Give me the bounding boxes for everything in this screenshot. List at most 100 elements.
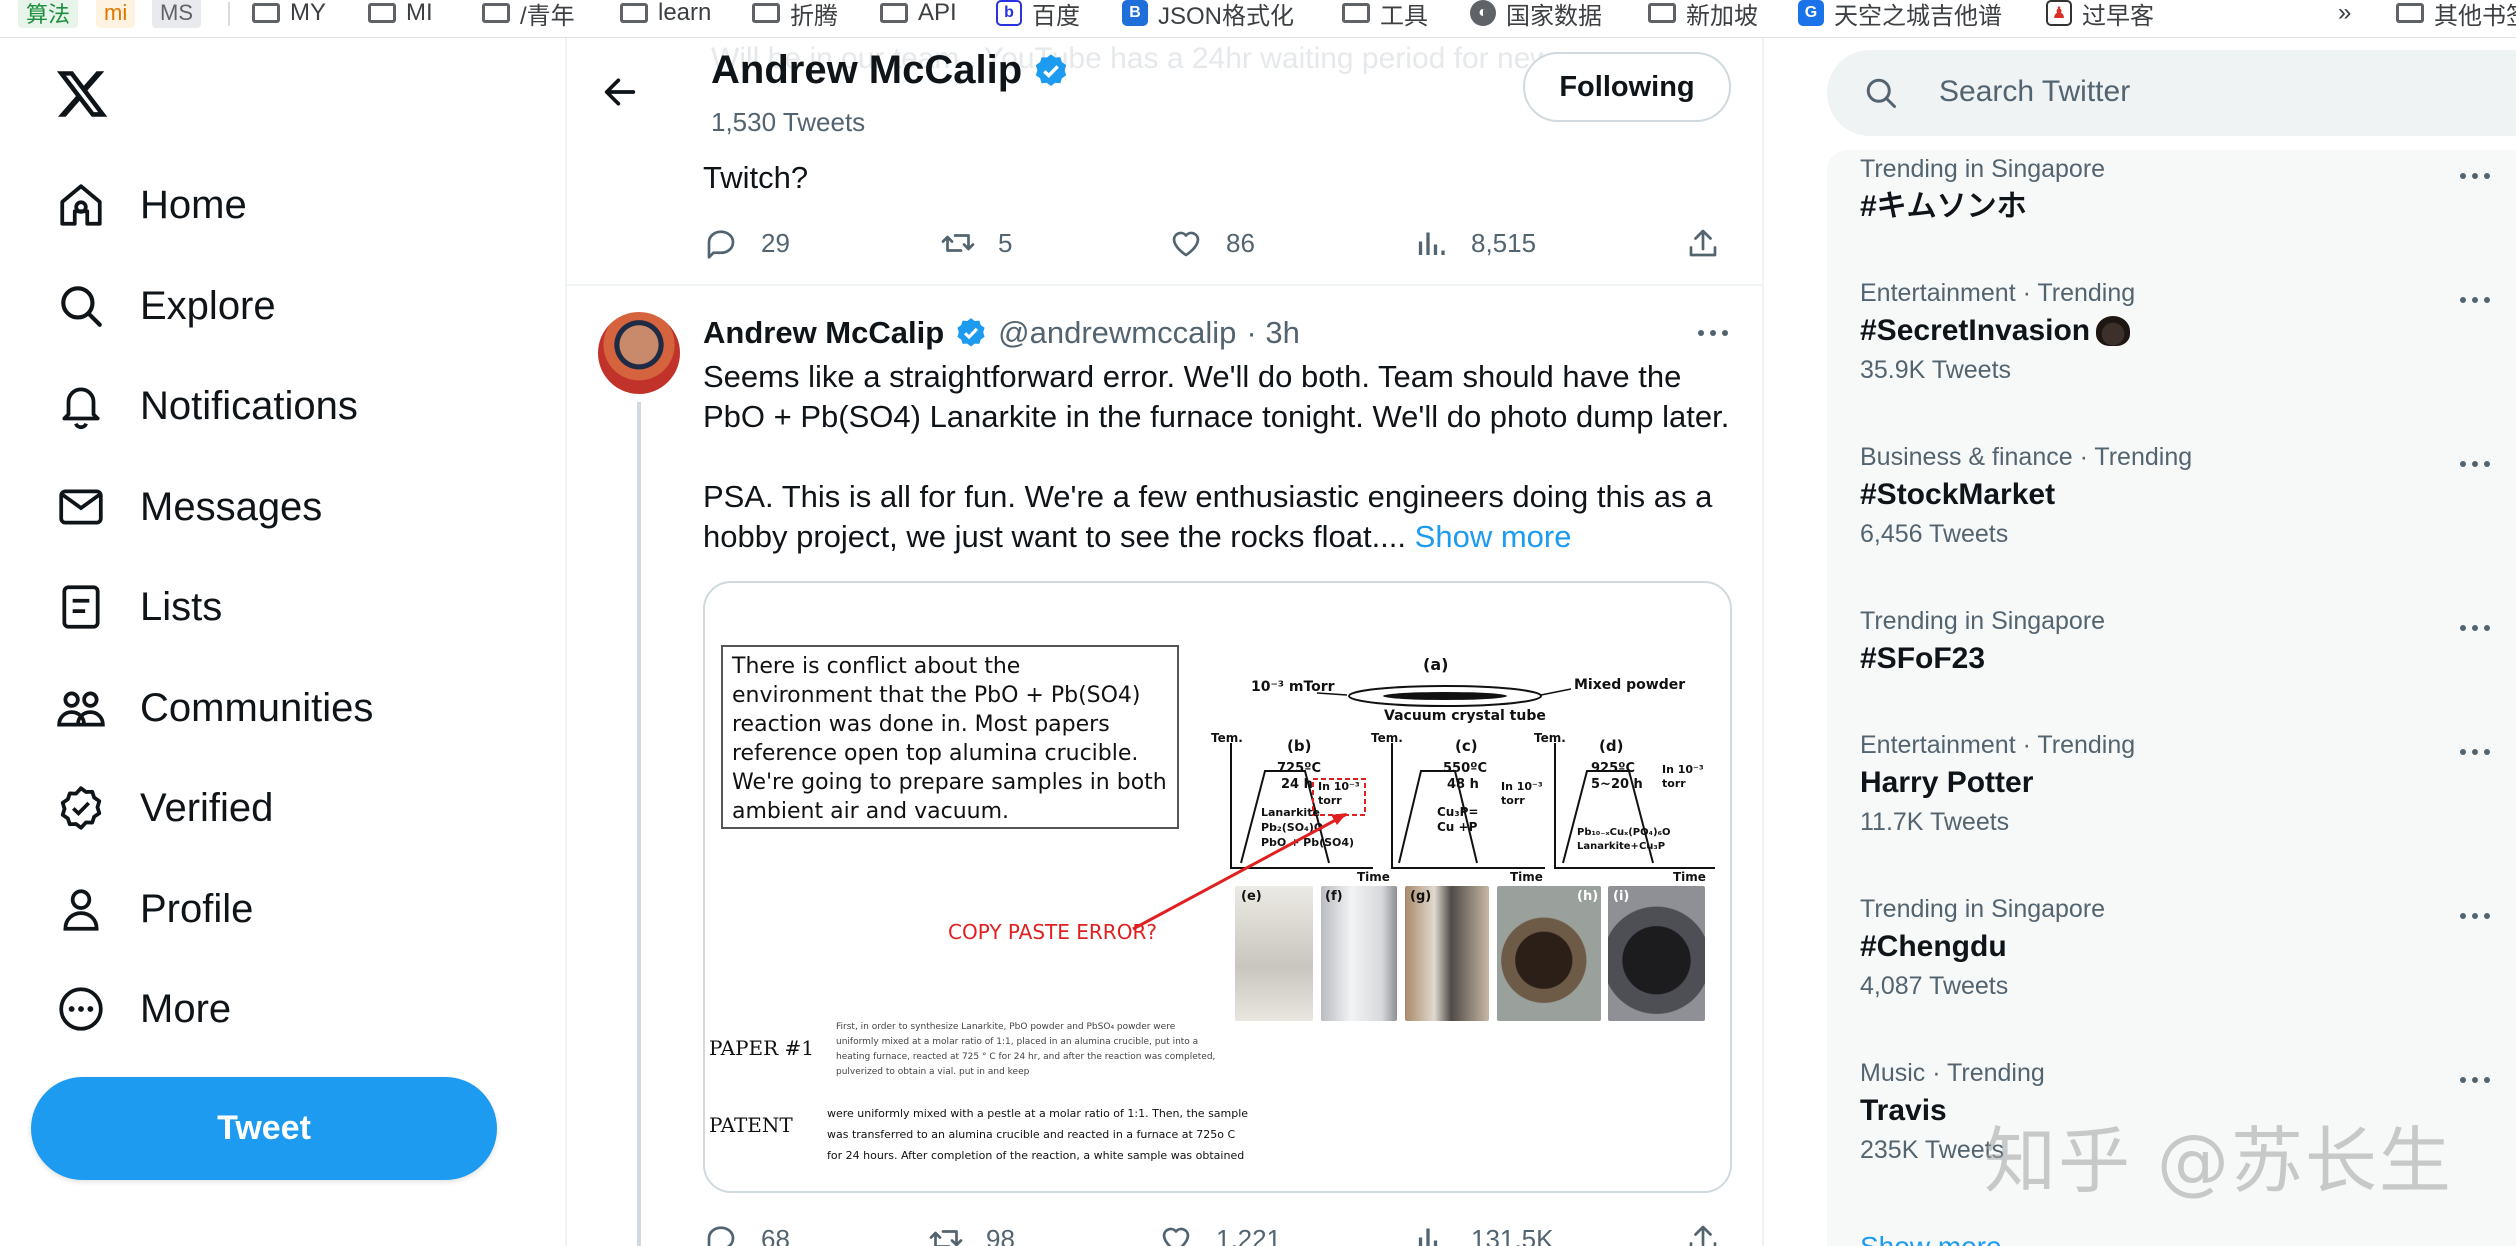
folder-icon: [620, 3, 648, 23]
axis-tem-c: Tem.: [1371, 731, 1403, 745]
author-name[interactable]: Andrew McCalip: [703, 315, 944, 351]
avatar[interactable]: [598, 312, 680, 394]
reply-button[interactable]: 68: [703, 1219, 790, 1246]
show-more-link[interactable]: Show more: [1415, 519, 1572, 554]
author-handle[interactable]: @andrewmccalip: [998, 315, 1236, 351]
trend-count: 4,087 Tweets: [1860, 972, 2009, 1000]
views-button[interactable]: 8,515: [1413, 223, 1536, 263]
trend-more-icon[interactable]: [2460, 625, 2490, 631]
trend-context: Music · Trending: [1860, 1059, 2045, 1087]
trend-more-icon[interactable]: [2460, 297, 2490, 303]
retweet-icon: [941, 234, 975, 252]
column-divider: [565, 38, 567, 1246]
verified-badge-icon: [957, 318, 985, 347]
copy-paste-error-label: COPY PASTE ERROR?: [948, 920, 1157, 944]
nav-more[interactable]: More: [56, 979, 231, 1039]
guitar-icon: G: [1798, 0, 1824, 26]
trend-more-icon[interactable]: [2460, 1077, 2490, 1083]
trend-item[interactable]: Entertainment · Trending #SecretInvasion…: [1860, 277, 2490, 387]
trend-context: Entertainment · Trending: [1860, 731, 2136, 759]
sample-photo-i: [1608, 886, 1705, 1021]
fig-c-product: Cu₃P= Cu +P: [1437, 805, 1479, 834]
bookmark-mi-small[interactable]: mi: [96, 0, 136, 28]
views-button[interactable]: 131.5K: [1413, 1219, 1553, 1246]
trend-more-icon[interactable]: [2460, 461, 2490, 467]
bookmark-folder-singapore[interactable]: 新加坡: [1648, 0, 1758, 30]
trend-title: #Chengdu: [1860, 930, 2007, 963]
share-button[interactable]: [1685, 223, 1721, 263]
bookmark-guitar[interactable]: G 天空之城吉他谱: [1798, 0, 2002, 30]
folder-icon: [482, 3, 510, 23]
nav-profile[interactable]: Profile: [56, 879, 253, 939]
nav-lists[interactable]: Lists: [56, 577, 222, 637]
bookmark-folder-other[interactable]: 其他书签: [2396, 0, 2516, 30]
trend-item[interactable]: Trending in Singapore #SFoF23: [1860, 605, 2490, 681]
tweet-more-icon[interactable]: [1698, 330, 1728, 336]
nav-verified[interactable]: Verified: [56, 778, 273, 838]
trend-title: #SecretInvasion: [1860, 309, 2480, 353]
bookmark-guozao[interactable]: ♟ 过早客: [2046, 0, 2154, 30]
retweet-button[interactable]: 5: [940, 223, 1012, 263]
like-button[interactable]: 86: [1168, 223, 1255, 263]
bookmark-folder-tools[interactable]: 工具: [1342, 0, 1428, 30]
trend-item[interactable]: Trending in Singapore #Chengdu 4,087 Twe…: [1860, 893, 2490, 1003]
bookmark-suanfa[interactable]: 算法: [18, 0, 79, 28]
bell-icon: [62, 387, 100, 430]
fig-b-temp: 725ºC: [1277, 761, 1322, 776]
heart-icon: [1162, 1227, 1190, 1246]
fig-d-pressure: In 10⁻³ torr: [1662, 763, 1704, 790]
bookmark-national-data[interactable]: ◐ 国家数据: [1470, 0, 1602, 30]
patent-label: PATENT: [709, 1113, 793, 1137]
crystal-tube-diagram: [1316, 685, 1572, 707]
nav-label: Verified: [140, 785, 274, 830]
trend-title: Harry Potter: [1860, 766, 2034, 799]
header-tweet-count: 1,530 Tweets: [711, 107, 866, 137]
back-arrow-icon[interactable]: [600, 72, 640, 112]
folder-icon: [1648, 3, 1676, 23]
sample-photo-g: [1405, 886, 1489, 1021]
bookmark-folder-api[interactable]: API: [880, 0, 957, 26]
prev-tweet-text: Twitch?: [703, 160, 809, 195]
nav-messages[interactable]: Messages: [56, 477, 322, 537]
axis-tem-d: Tem.: [1534, 731, 1566, 745]
bookmark-folder-youth[interactable]: /青年: [482, 0, 575, 30]
red-arrow-icon: [1132, 813, 1347, 931]
nav-home[interactable]: Home: [56, 175, 247, 235]
trend-title: #キムソンホ: [1860, 190, 2027, 223]
search-input[interactable]: Search Twitter: [1939, 75, 2130, 109]
trend-more-icon[interactable]: [2460, 913, 2490, 919]
bookmark-folder-zheteng[interactable]: 折腾: [752, 0, 838, 30]
bookmarks-overflow-button[interactable]: »: [2338, 0, 2351, 26]
reply-button[interactable]: 29: [703, 223, 790, 263]
trend-context: Trending in Singapore: [1860, 155, 2106, 183]
tweet-actions: 68 98 1,221 131.5K: [703, 1219, 1723, 1246]
bookmark-folder-learn[interactable]: learn: [620, 0, 711, 26]
following-button[interactable]: Following: [1523, 52, 1731, 122]
tweet-button[interactable]: Tweet: [31, 1077, 497, 1180]
bookmark-folder-mi[interactable]: MI: [368, 0, 433, 26]
trend-count: 11.7K Tweets: [1860, 808, 2010, 836]
bookmark-folder-my[interactable]: MY: [252, 0, 326, 26]
tweet-time[interactable]: · 3h: [1246, 315, 1299, 351]
x-logo-icon[interactable]: [54, 66, 110, 122]
trend-item[interactable]: Entertainment · Trending Harry Potter 11…: [1860, 729, 2490, 839]
bookmark-json[interactable]: B JSON格式化: [1122, 0, 1294, 30]
trend-item[interactable]: Business & finance · Trending #StockMark…: [1860, 441, 2490, 551]
trends-show-more-link[interactable]: Show more: [1860, 1231, 2002, 1246]
trend-more-icon[interactable]: [2460, 173, 2490, 179]
retweet-button[interactable]: 98: [928, 1219, 1015, 1246]
nav-communities[interactable]: Communities: [56, 678, 373, 738]
watermark: 知乎 @苏长生: [1984, 1119, 2453, 1203]
nav-notifications[interactable]: Notifications: [56, 376, 358, 436]
tweet-media-image[interactable]: There is conflict about the environment …: [703, 581, 1732, 1193]
nav-explore[interactable]: Explore: [56, 276, 276, 336]
search-box[interactable]: Search Twitter: [1827, 50, 2516, 136]
bookmark-ms[interactable]: MS: [152, 0, 201, 28]
share-button[interactable]: [1685, 1219, 1721, 1246]
trend-count: 6,456 Tweets: [1860, 520, 2009, 548]
globe-icon: ◐: [1470, 0, 1496, 26]
bookmark-baidu[interactable]: b 百度: [996, 0, 1080, 30]
like-button[interactable]: 1,221: [1158, 1219, 1281, 1246]
trend-more-icon[interactable]: [2460, 749, 2490, 755]
trend-item[interactable]: Trending in Singapore #キムソンホ: [1860, 153, 2490, 229]
